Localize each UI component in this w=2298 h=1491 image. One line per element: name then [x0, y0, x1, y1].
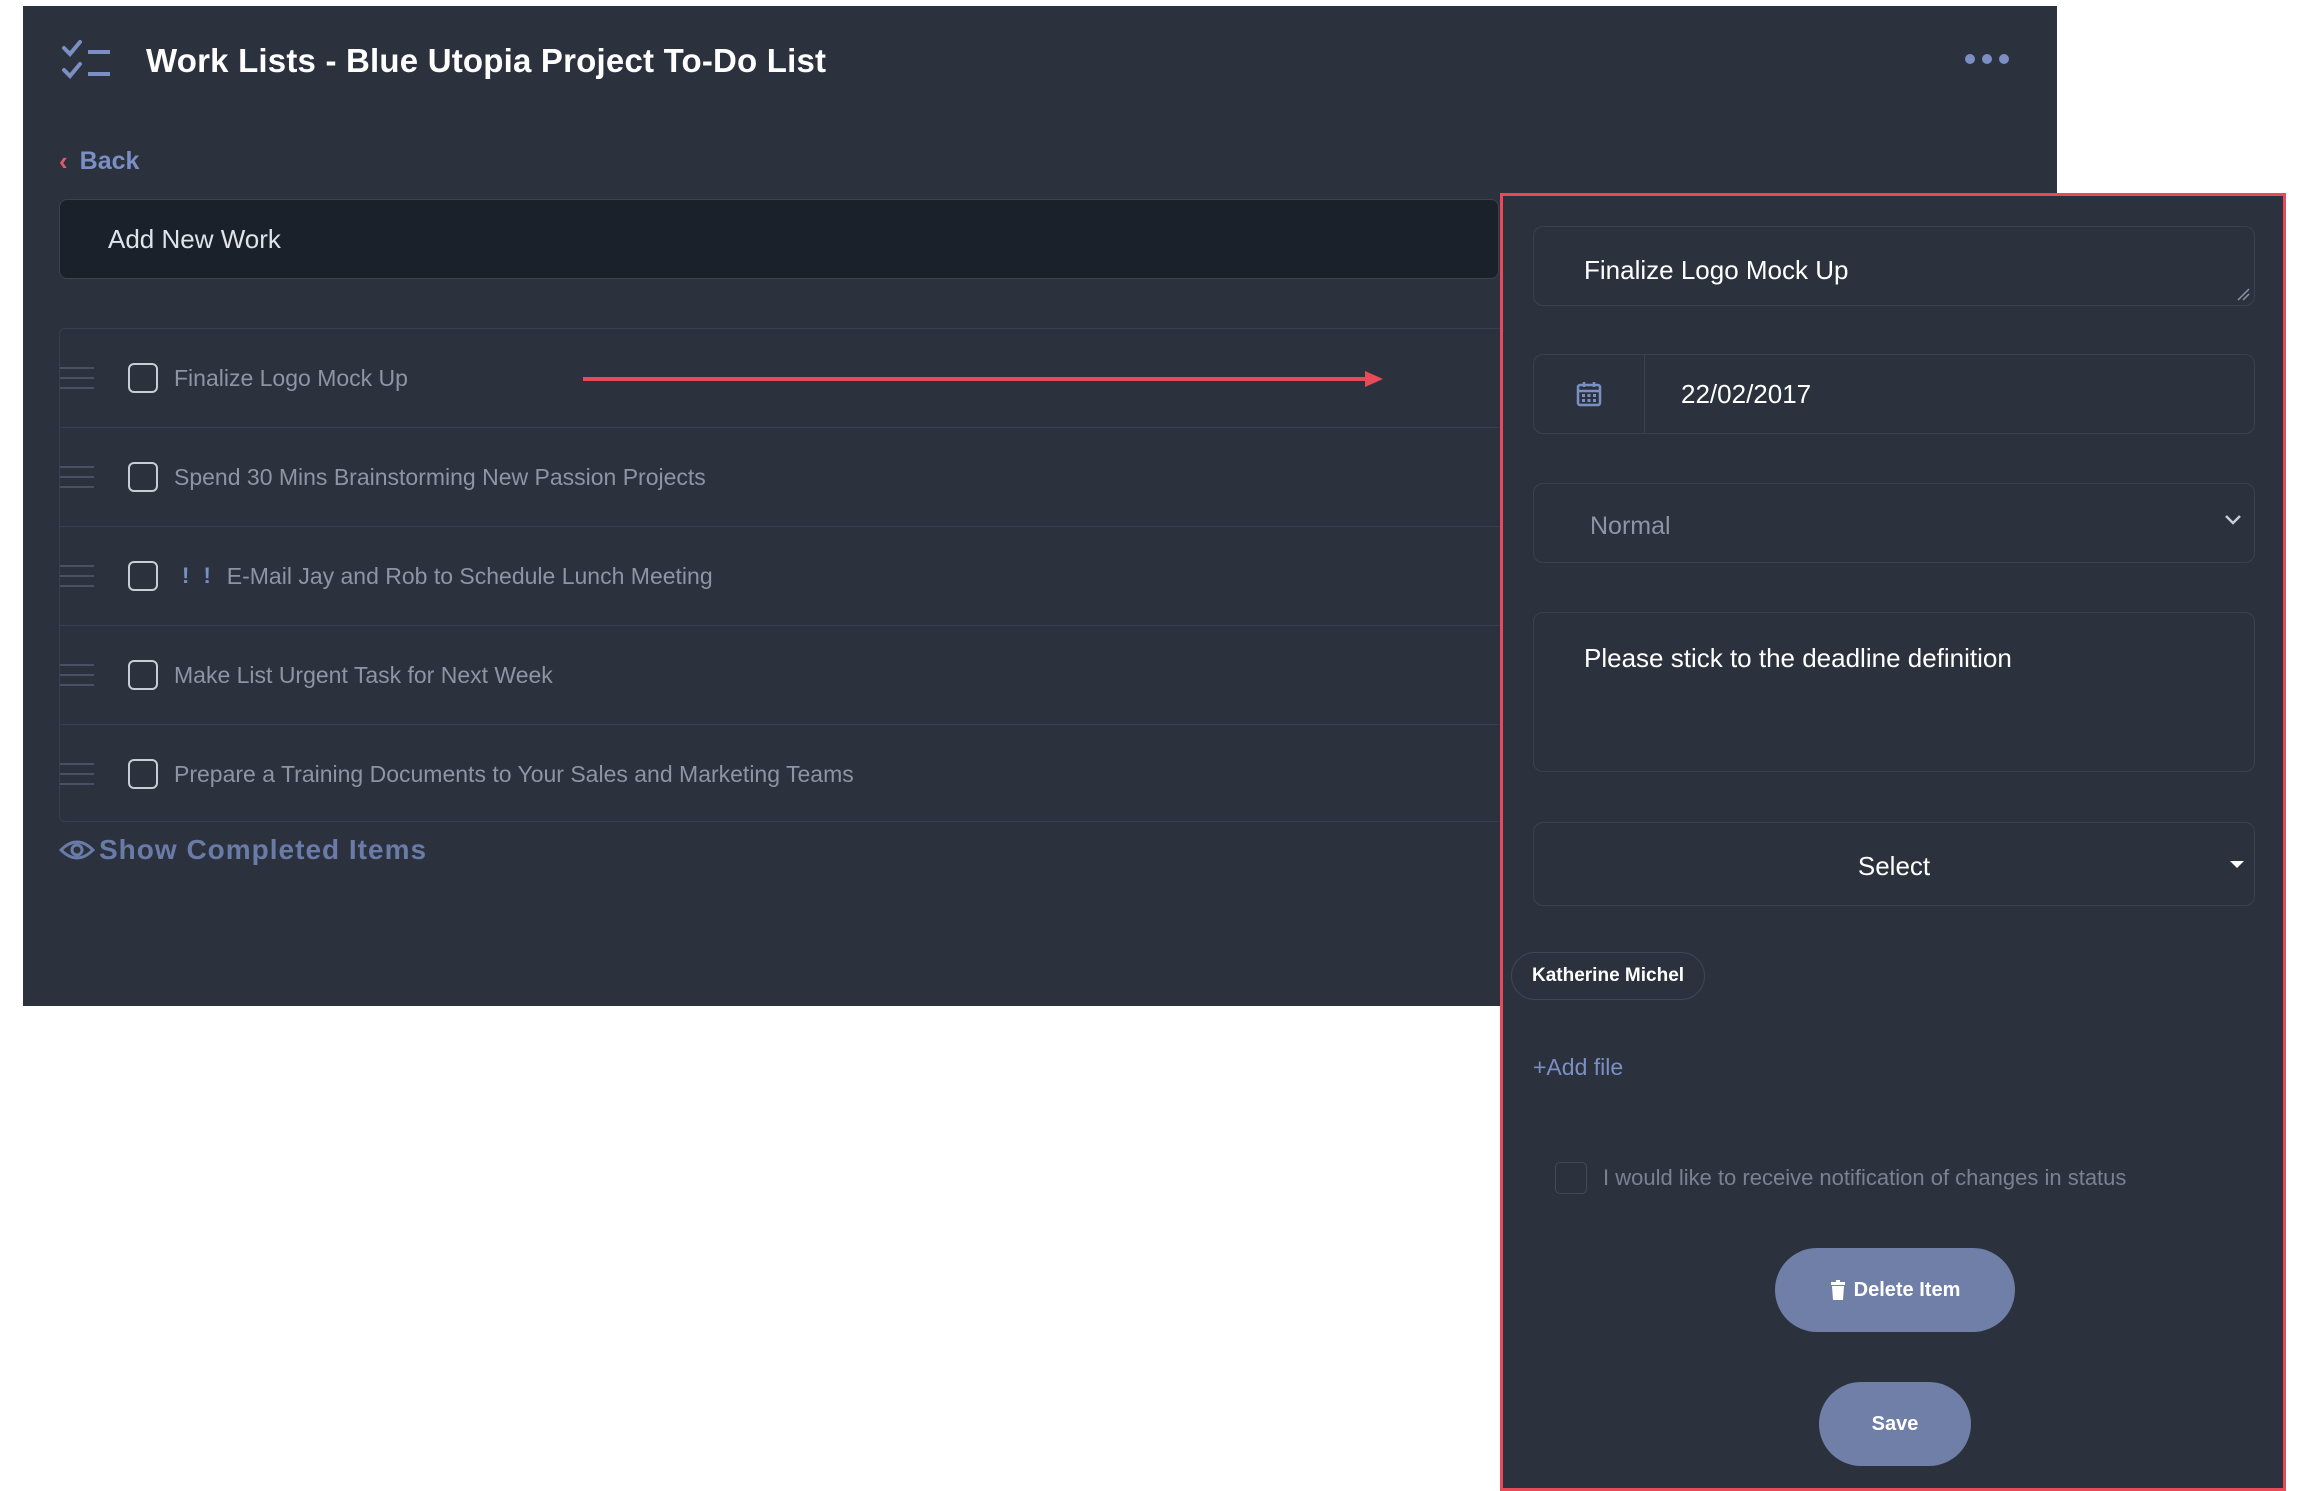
task-row[interactable]: ! ! E-Mail Jay and Rob to Schedule Lunch… — [60, 527, 1559, 626]
task-row[interactable]: Make List Urgent Task for Next Week — [60, 626, 1559, 725]
resize-grip-icon[interactable] — [2236, 287, 2250, 301]
task-label: Spend 30 Mins Brainstorming New Passion … — [174, 463, 706, 490]
task-note-field[interactable]: Please stick to the deadline definition — [1533, 612, 2255, 772]
page-title: Work Lists - Blue Utopia Project To-Do L… — [146, 42, 827, 79]
task-checkbox[interactable] — [128, 363, 158, 393]
task-label: E-Mail Jay and Rob to Schedule Lunch Mee… — [226, 562, 713, 589]
back-link[interactable]: ‹ Back — [59, 146, 139, 177]
task-row[interactable]: Prepare a Training Documents to Your Sal… — [60, 725, 1559, 823]
task-edit-panel: Finalize Logo Mock Up 22/02/2017 Normal … — [1500, 193, 2286, 1491]
eye-icon — [59, 840, 95, 860]
task-checkbox[interactable] — [128, 462, 158, 492]
task-checkbox[interactable] — [128, 660, 158, 690]
task-label: Finalize Logo Mock Up — [174, 364, 408, 391]
chevron-down-icon — [2225, 515, 2241, 525]
add-file-link[interactable]: +Add file — [1533, 1054, 1623, 1081]
add-new-work-input[interactable] — [59, 199, 1499, 279]
trash-icon — [1830, 1280, 1845, 1300]
drag-handle-icon[interactable] — [60, 664, 94, 686]
due-date-field[interactable]: 22/02/2017 — [1533, 354, 2255, 434]
delete-item-button[interactable]: Delete Item — [1775, 1248, 2015, 1332]
notify-label: I would like to receive notification of … — [1603, 1165, 2127, 1190]
chevron-left-icon: ‹ — [59, 146, 68, 176]
priority-flag: ! ! — [182, 563, 215, 588]
drag-handle-icon[interactable] — [60, 466, 94, 488]
task-checkbox[interactable] — [128, 561, 158, 591]
assignee-chip[interactable]: Katherine Michel — [1511, 952, 1706, 1000]
task-note-value: Please stick to the deadline definition — [1584, 643, 2012, 673]
calendar-icon — [1576, 382, 1602, 407]
task-list: Finalize Logo Mock Up Spend 30 Mins Brai… — [59, 328, 1559, 822]
task-label: Prepare a Training Documents to Your Sal… — [174, 760, 854, 787]
task-checkbox[interactable] — [128, 759, 158, 789]
drag-handle-icon[interactable] — [60, 565, 94, 587]
priority-select[interactable]: Normal — [1533, 483, 2255, 563]
checklist-icon — [62, 40, 110, 79]
task-title-value: Finalize Logo Mock Up — [1584, 255, 1849, 285]
task-label: Make List Urgent Task for Next Week — [174, 661, 553, 688]
drag-handle-icon[interactable] — [60, 763, 94, 785]
more-options-button[interactable] — [1965, 46, 2009, 72]
task-title-field[interactable]: Finalize Logo Mock Up — [1533, 226, 2255, 306]
task-row[interactable]: Finalize Logo Mock Up — [60, 329, 1559, 428]
delete-item-label: Delete Item — [1853, 1278, 1961, 1301]
drag-handle-icon[interactable] — [60, 367, 94, 389]
notify-option: I would like to receive notification of … — [1555, 1162, 2126, 1194]
assignee-select[interactable]: Select — [1533, 822, 2255, 906]
caret-down-icon — [2230, 861, 2244, 868]
save-label: Save — [1871, 1412, 1919, 1435]
ellipsis-icon — [1965, 54, 1975, 64]
save-button[interactable]: Save — [1819, 1382, 1971, 1466]
due-date-value: 22/02/2017 — [1681, 378, 1812, 409]
show-completed-label: Show Completed Items — [99, 834, 428, 865]
task-row[interactable]: Spend 30 Mins Brainstorming New Passion … — [60, 428, 1559, 527]
assignee-placeholder: Select — [1857, 851, 1931, 881]
date-addon[interactable] — [1534, 355, 1645, 433]
notify-checkbox[interactable] — [1555, 1162, 1587, 1194]
priority-value: Normal — [1590, 512, 1671, 540]
show-completed-toggle[interactable]: Show Completed Items — [59, 834, 427, 866]
back-label: Back — [79, 147, 140, 175]
